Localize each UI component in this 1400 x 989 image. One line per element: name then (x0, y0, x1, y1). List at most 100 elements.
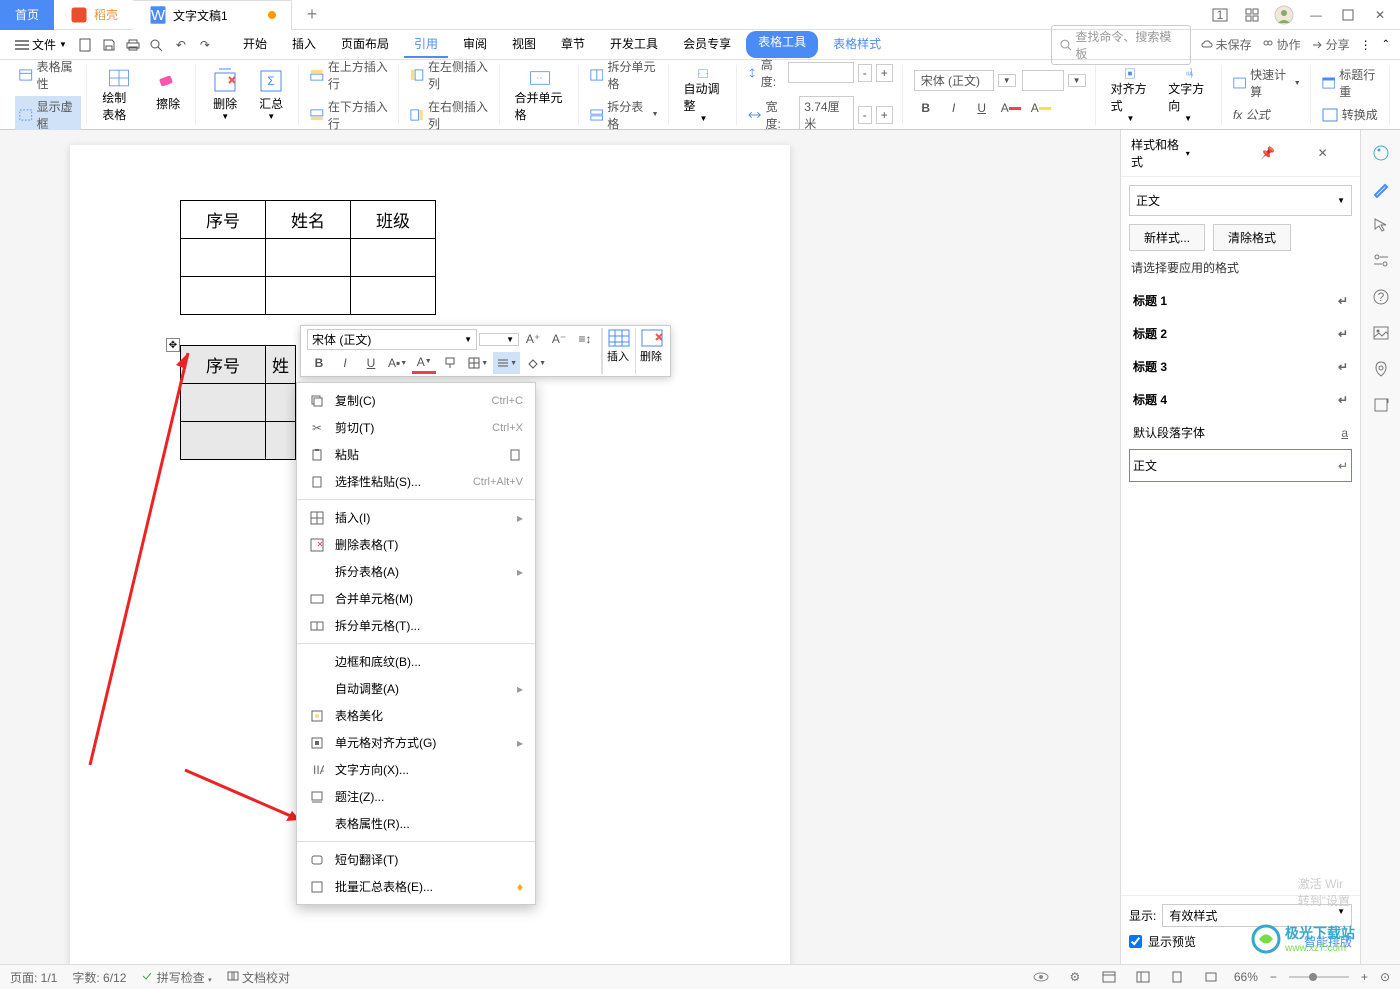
cell[interactable]: 序号 (181, 201, 266, 239)
mini-italic-button[interactable]: I (333, 352, 357, 374)
ctx-beautify[interactable]: 表格美化 (297, 702, 535, 729)
zoom-in-button[interactable]: + (1361, 970, 1368, 984)
tab-section[interactable]: 章节 (551, 31, 595, 58)
ctx-translate[interactable]: 短句翻译(T) (297, 846, 535, 873)
status-eye-icon[interactable] (1030, 966, 1052, 988)
tab-view[interactable]: 视图 (502, 31, 546, 58)
cell[interactable] (181, 277, 266, 315)
ctx-cut[interactable]: ✂剪切(T)Ctrl+X (297, 414, 535, 441)
ctx-table-props[interactable]: 表格属性(R)... (297, 810, 535, 837)
line-spacing-icon[interactable]: ≡↕ (573, 328, 597, 350)
share-button[interactable]: 分享 (1311, 36, 1350, 53)
status-fit-icon[interactable] (1200, 966, 1222, 988)
ctx-batch[interactable]: 批量汇总表格(E)...♦ (297, 873, 535, 900)
cell[interactable]: 序号 (181, 346, 266, 384)
tab-reference[interactable]: 引用 (404, 31, 448, 58)
minimize-icon[interactable]: — (1306, 5, 1326, 25)
cell[interactable] (266, 239, 351, 277)
convert-button[interactable]: 转换成 (1318, 104, 1384, 125)
merge-cells-button[interactable]: 合并单元格 (507, 65, 573, 125)
split-table-button[interactable]: 拆分表格▼ (586, 96, 663, 134)
tab-daoke[interactable]: 稻壳 (54, 0, 133, 30)
status-words[interactable]: 字数: 6/12 (72, 969, 126, 986)
preview-checkbox[interactable] (1129, 935, 1142, 948)
insert-below-button[interactable]: 在下方插入行 (306, 96, 393, 134)
autofit-button[interactable]: 自动调整▼ (676, 65, 732, 125)
mini-border-button[interactable]: ▼ (464, 352, 491, 374)
zoom-reset-icon[interactable]: ⊙ (1380, 970, 1390, 984)
status-compare[interactable]: 文档校对 (227, 969, 290, 986)
more-icon[interactable]: ⋮ (1360, 38, 1372, 52)
side-image-icon[interactable] (1370, 322, 1392, 344)
tab-add[interactable]: + (292, 0, 333, 30)
mini-bold-button[interactable]: B (307, 352, 331, 374)
tab-dev[interactable]: 开发工具 (600, 31, 668, 58)
cell[interactable] (181, 384, 266, 422)
avatar-icon[interactable] (1274, 5, 1294, 25)
cell[interactable] (181, 239, 266, 277)
search-input[interactable]: 查找命令、搜索模板 (1051, 25, 1191, 65)
new-icon[interactable] (74, 34, 96, 56)
coop-button[interactable]: 协作 (1262, 36, 1301, 53)
mini-font-combo[interactable]: 宋体 (正文)▼ (307, 329, 477, 350)
fast-calc-button[interactable]: 快速计算▼ (1229, 64, 1305, 102)
mini-insert-group[interactable]: 插入 (602, 328, 635, 374)
split-cell-button[interactable]: 拆分单元格 (586, 56, 663, 94)
formula-button[interactable]: fx 公式 (1229, 104, 1305, 125)
align-button[interactable]: 对齐方式▼ (1103, 65, 1159, 125)
status-view3-icon[interactable] (1166, 966, 1188, 988)
draw-table-button[interactable]: 绘制表格 (94, 65, 144, 125)
tab-document[interactable]: W 文字文稿1 (133, 0, 292, 30)
side-select-icon[interactable] (1370, 214, 1392, 236)
mini-delete-group[interactable]: 删除 (635, 328, 668, 374)
ctx-insert[interactable]: 插入(I)▸ (297, 504, 535, 531)
side-location-icon[interactable] (1370, 358, 1392, 380)
side-palette-icon[interactable] (1370, 142, 1392, 164)
print-icon[interactable] (122, 34, 144, 56)
status-spell[interactable]: 拼写检查 ▾ (141, 969, 211, 986)
cell[interactable] (266, 422, 296, 460)
ctx-paste-special[interactable]: 选择性粘贴(S)...Ctrl+Alt+V (297, 468, 535, 495)
cell[interactable]: 姓 (266, 346, 296, 384)
shrink-font-icon[interactable]: A⁻ (547, 328, 571, 350)
style-h3[interactable]: 标题 3↵ (1129, 350, 1352, 383)
undo-icon[interactable]: ↶ (170, 34, 192, 56)
style-h1[interactable]: 标题 1↵ (1129, 284, 1352, 317)
ctx-split-table[interactable]: 拆分表格(A)▸ (297, 558, 535, 585)
ctx-merge[interactable]: 合并单元格(M) (297, 585, 535, 612)
italic-button[interactable]: I (942, 97, 966, 119)
new-style-button[interactable]: 新样式... (1129, 224, 1205, 251)
tab-home[interactable]: 首页 (0, 0, 54, 30)
grid-icon[interactable] (1242, 5, 1262, 25)
ctx-cell-align[interactable]: 单元格对齐方式(G)▸ (297, 729, 535, 756)
style-body[interactable]: 正文↵ (1129, 449, 1352, 482)
mini-underline-button[interactable]: U (359, 352, 383, 374)
cell[interactable]: 姓名 (266, 201, 351, 239)
text-dir-button[interactable]: IIA文字方向▼ (1160, 65, 1216, 125)
ctx-copy[interactable]: 复制(C)Ctrl+C (297, 387, 535, 414)
side-pencil-icon[interactable] (1370, 178, 1392, 200)
panel-close-icon[interactable]: ✕ (1295, 143, 1350, 163)
status-page[interactable]: 页面: 1/1 (10, 969, 57, 986)
insert-left-button[interactable]: 在左侧插入列 (406, 56, 493, 94)
side-settings-icon[interactable] (1370, 250, 1392, 272)
status-view1-icon[interactable] (1098, 966, 1120, 988)
collapse-ribbon-icon[interactable]: ⌃ (1382, 39, 1390, 50)
insert-above-button[interactable]: 在上方插入行 (306, 56, 393, 94)
preview-icon[interactable] (146, 34, 168, 56)
mini-format-painter-icon[interactable] (438, 352, 462, 374)
file-menu[interactable]: 文件 ▼ (10, 36, 72, 53)
cell[interactable] (181, 422, 266, 460)
table-move-handle-icon[interactable]: ✥ (166, 338, 180, 352)
ctx-delete-table[interactable]: 删除表格(T) (297, 531, 535, 558)
style-h4[interactable]: 标题 4↵ (1129, 383, 1352, 416)
close-icon[interactable]: ✕ (1370, 5, 1390, 25)
row-height-input[interactable]: 高度: -+ (744, 54, 896, 92)
clear-format-button[interactable]: 清除格式 (1213, 224, 1291, 251)
cell[interactable]: 班级 (351, 201, 436, 239)
table-1[interactable]: 序号姓名班级 (180, 200, 436, 315)
ctx-autofit[interactable]: 自动调整(A)▸ (297, 675, 535, 702)
layout-icon[interactable]: 1 (1210, 5, 1230, 25)
maximize-icon[interactable] (1338, 5, 1358, 25)
font-combo[interactable]: 宋体 (正文)▼ ▼ (910, 68, 1090, 93)
